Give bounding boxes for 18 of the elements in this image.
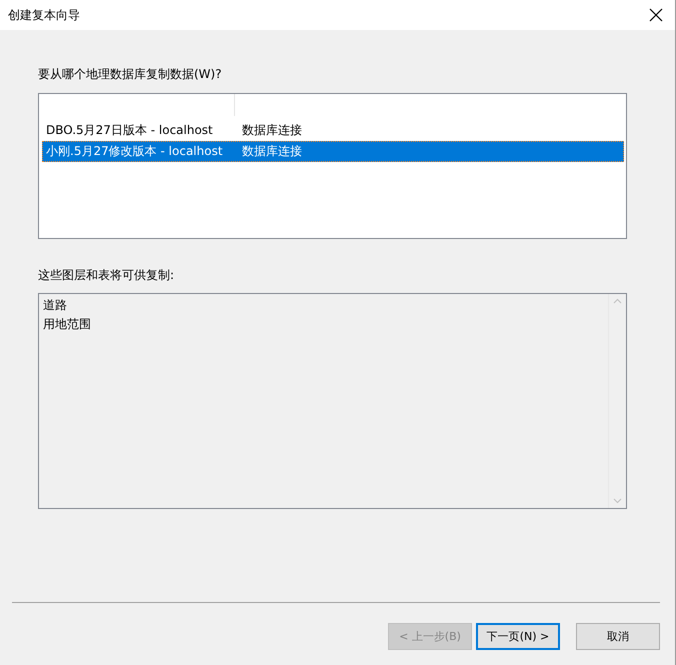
connection-name: 小刚.5月27修改版本 - localhost: [45, 143, 224, 160]
scroll-down-icon: [613, 498, 622, 504]
layers-label: 这些图层和表将可供复制:: [38, 267, 176, 284]
wizard-button[interactable]: 下一页(N) >: [476, 623, 560, 650]
close-icon: [649, 8, 663, 22]
wizard-button[interactable]: 取消: [576, 623, 660, 650]
connection-type: 数据库连接: [241, 143, 303, 160]
list-row[interactable]: DBO.5月27日版本 - localhost 数据库连接: [42, 120, 624, 141]
window-title: 创建复本向导: [8, 6, 80, 24]
scroll-up-icon: [613, 298, 622, 304]
connection-name: DBO.5月27日版本 - localhost: [45, 122, 214, 139]
list-row[interactable]: 小刚.5月27修改版本 - localhost 数据库连接: [42, 141, 624, 162]
connection-type: 数据库连接: [241, 122, 303, 139]
close-button[interactable]: [647, 6, 665, 24]
layers-text-area[interactable]: 道路 用地范围: [38, 293, 627, 509]
layer-name: 道路: [43, 297, 68, 314]
layer-name: 用地范围: [43, 316, 92, 333]
source-prompt: 要从哪个地理数据库复制数据(W)?: [38, 66, 223, 83]
